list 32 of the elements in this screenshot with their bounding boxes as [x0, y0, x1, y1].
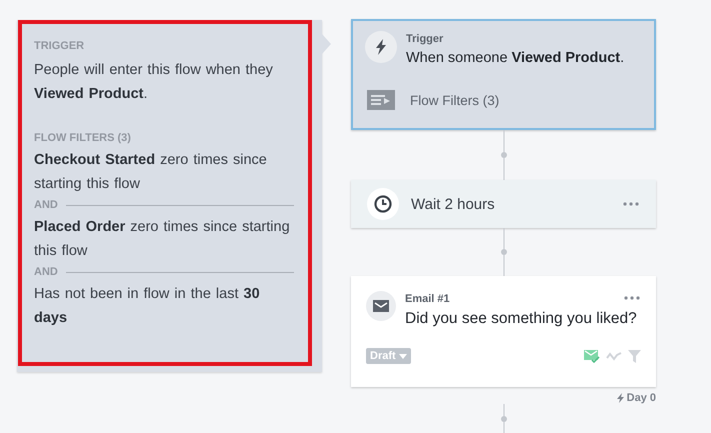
delay-text: Wait 2 hours — [411, 196, 496, 212]
filter-condition: Placed Order zero times since starting this flow — [34, 218, 291, 261]
lightning-icon — [365, 31, 397, 63]
more-icon — [622, 201, 640, 207]
email-card[interactable]: Email #1 Did you see something you liked? Draft — [351, 276, 656, 387]
connector-line — [498, 404, 508, 433]
clock-icon — [367, 188, 399, 220]
node-label: Email #1 — [405, 293, 450, 305]
connector-line — [498, 228, 508, 276]
more-icon — [623, 295, 641, 301]
delay-card[interactable]: Wait 2 hours — [351, 180, 656, 228]
flow-filters-link[interactable]: Flow Filters (3) — [410, 92, 500, 108]
envelope-icon — [366, 291, 396, 321]
section-heading: TRIGGER — [34, 40, 86, 52]
filter-condition: Checkout Started zero times since starting this flow — [34, 151, 268, 194]
section-heading: FLOW FILTERS (3) — [34, 132, 132, 144]
day-label: Day 0 — [616, 392, 656, 404]
email-subject: Did you see something you liked? — [405, 310, 638, 328]
wave-icon — [606, 351, 622, 361]
lightning-icon — [616, 393, 624, 403]
trigger-card[interactable]: Trigger When someone Viewed Product. Flow Filters (3) — [351, 19, 656, 130]
trigger-description: People will enter this flow when they Viewed Product. — [34, 61, 274, 104]
connector-line — [498, 130, 508, 180]
caret-icon — [398, 354, 407, 358]
filter-condition: Has not been in flow in the last 30 days — [34, 285, 261, 328]
and-label: AND — [34, 199, 58, 211]
node-description: When someone Viewed Product. — [406, 50, 626, 66]
node-label: Trigger — [406, 33, 444, 45]
filter-list-icon — [367, 90, 395, 110]
funnel-icon — [628, 350, 641, 362]
envelope-check-icon — [584, 349, 600, 363]
and-label: AND — [34, 266, 58, 278]
